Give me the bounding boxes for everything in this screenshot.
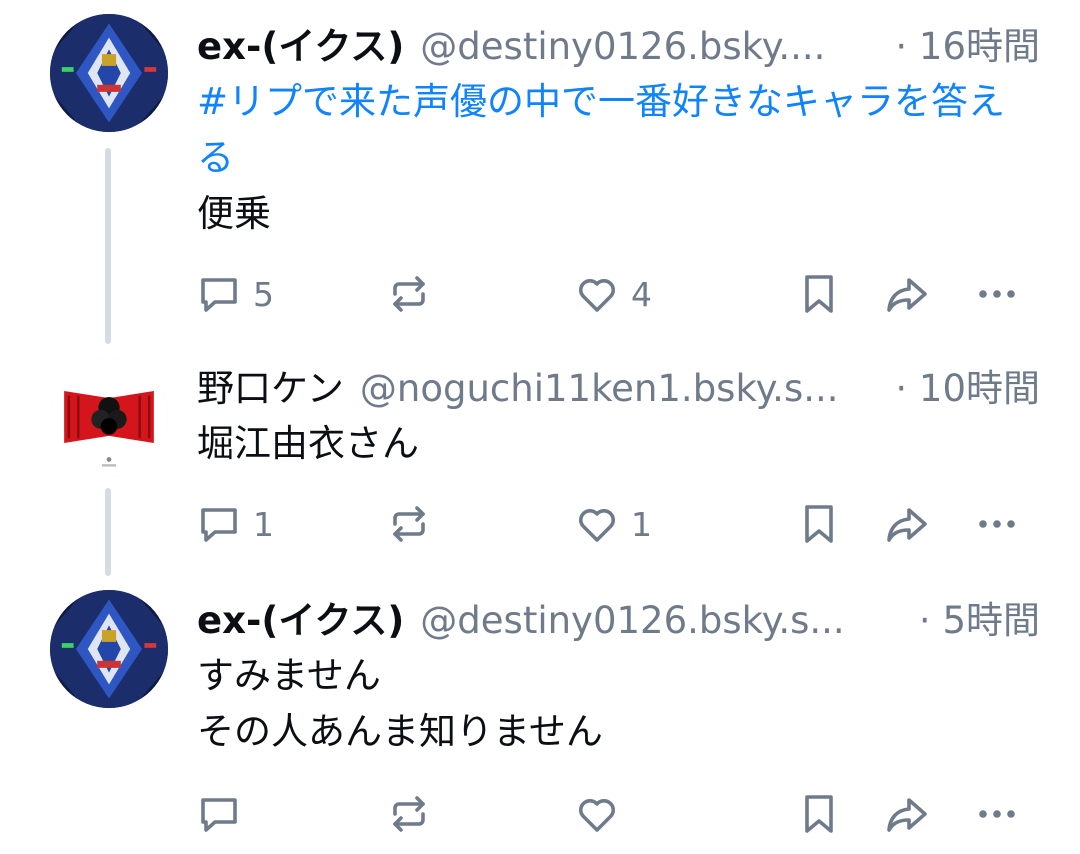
repost-icon [387, 272, 431, 316]
repost-button[interactable] [387, 786, 431, 842]
like-count: 1 [631, 504, 652, 544]
post-actions: 5 4 [197, 266, 1037, 322]
post-text: 便乗 [197, 192, 271, 235]
post-body: #リプで来た声優の中で一番好きなキャラを答える 便乗 [197, 74, 1040, 242]
reply-count: 1 [253, 504, 274, 544]
share-icon [885, 792, 929, 836]
post-time[interactable]: · 16時間 [895, 16, 1040, 70]
share-icon [885, 502, 929, 546]
post-body: すみません その人あんま知りません [197, 648, 1040, 760]
avatar[interactable] [50, 590, 168, 708]
more-button[interactable] [975, 496, 1019, 552]
reply-count: 5 [253, 274, 274, 314]
reply-icon [197, 272, 241, 316]
repost-icon [387, 792, 431, 836]
post-text-line: すみません [197, 654, 381, 697]
hashtag-link[interactable]: #リプで来た声優の中で一番好きなキャラを答える [197, 74, 1040, 186]
post-actions [197, 786, 1037, 842]
post-time[interactable]: · 10時間 [895, 358, 1040, 412]
post-text-line: その人あんま知りません [197, 710, 603, 753]
post-time[interactable]: · 5時間 [919, 590, 1040, 644]
author-handle[interactable]: @destiny0126.bsky.... [420, 25, 885, 68]
more-icon [975, 272, 1019, 316]
bookmark-button[interactable] [797, 786, 841, 842]
bookmark-button[interactable] [797, 266, 841, 322]
post-text: 堀江由衣さん [197, 422, 419, 465]
like-button[interactable] [575, 786, 631, 842]
post[interactable]: ex-(イクス) @destiny0126.bsky.s... · 5時間 すみ… [0, 576, 1080, 854]
post-header: 野口ケン @noguchi11ken1.bsky.s... · 10時間 [197, 358, 1040, 410]
like-button[interactable]: 1 [575, 496, 652, 552]
share-icon [885, 272, 929, 316]
repost-button[interactable] [387, 266, 431, 322]
avatar[interactable] [50, 14, 168, 132]
heart-icon [575, 272, 619, 316]
author-handle[interactable]: @destiny0126.bsky.s... [420, 599, 909, 642]
bookmark-icon [797, 502, 841, 546]
heart-icon [575, 502, 619, 546]
author-handle[interactable]: @noguchi11ken1.bsky.s... [360, 367, 886, 410]
share-button[interactable] [885, 266, 929, 322]
reply-button[interactable] [197, 786, 253, 842]
post-header: ex-(イクス) @destiny0126.bsky.s... · 5時間 [197, 590, 1040, 642]
post-header: ex-(イクス) @destiny0126.bsky.... · 16時間 [197, 16, 1040, 68]
like-count: 4 [631, 274, 652, 314]
bookmark-button[interactable] [797, 496, 841, 552]
more-icon [975, 792, 1019, 836]
more-button[interactable] [975, 266, 1019, 322]
author-name[interactable]: 野口ケン [197, 358, 344, 412]
author-name[interactable]: ex-(イクス) [197, 16, 404, 70]
like-button[interactable]: 4 [575, 266, 652, 322]
share-button[interactable] [885, 496, 929, 552]
bookmark-icon [797, 272, 841, 316]
repost-icon [387, 502, 431, 546]
post[interactable]: ex-(イクス) @destiny0126.bsky.... · 16時間 #リ… [0, 0, 1080, 340]
heart-icon [575, 792, 619, 836]
reply-icon [197, 502, 241, 546]
more-icon [975, 502, 1019, 546]
reply-button[interactable]: 1 [197, 496, 274, 552]
repost-button[interactable] [387, 496, 431, 552]
post-body: 堀江由衣さん [197, 416, 1040, 472]
post-actions: 1 1 [197, 496, 1037, 552]
reply-icon [197, 792, 241, 836]
avatar[interactable] [50, 358, 168, 476]
bookmark-icon [797, 792, 841, 836]
more-button[interactable] [975, 786, 1019, 842]
author-name[interactable]: ex-(イクス) [197, 590, 404, 644]
post[interactable]: 野口ケン @noguchi11ken1.bsky.s... · 10時間 堀江由… [0, 340, 1080, 576]
reply-button[interactable]: 5 [197, 266, 274, 322]
share-button[interactable] [885, 786, 929, 842]
